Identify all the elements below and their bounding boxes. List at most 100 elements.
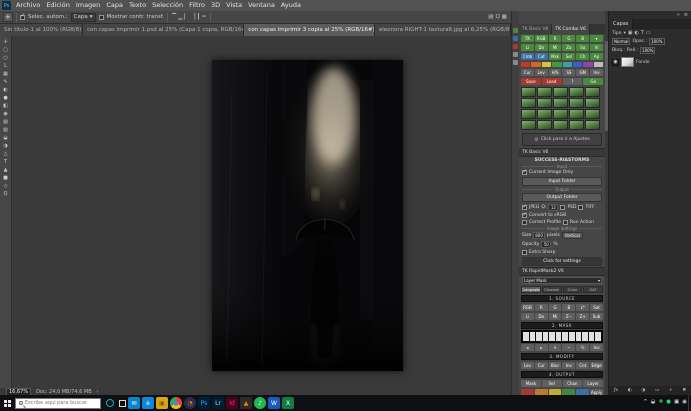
workspace-icon[interactable]: ▦: [501, 14, 508, 20]
mask-tool-button[interactable]: ▸: [535, 344, 548, 351]
tk-action-button[interactable]: B: [576, 35, 589, 42]
docked-panel-icon[interactable]: [513, 44, 518, 49]
taskbar-search[interactable]: [15, 398, 101, 409]
preview-thumbnail[interactable]: [585, 109, 600, 119]
tk-action-button[interactable]: Save: [521, 78, 541, 85]
preview-thumbnail[interactable]: [521, 109, 536, 119]
mask-tool-button[interactable]: Inv: [590, 344, 603, 351]
rapidmask-tab[interactable]: Composite: [521, 286, 541, 293]
docked-panel-icon[interactable]: [513, 28, 518, 33]
color-swatch[interactable]: [521, 62, 530, 67]
tk-action-button[interactable]: Sel: [562, 53, 575, 60]
tk-action-button[interactable]: SS: [562, 69, 575, 76]
input-folder-button[interactable]: Input Folder: [522, 177, 602, 186]
run-action-checkbox[interactable]: [563, 220, 568, 225]
tool-icon[interactable]: ◉: [1, 110, 11, 118]
rapidmask-tab[interactable]: Color: [563, 286, 583, 293]
current-image-only-checkbox[interactable]: [522, 170, 527, 175]
source-button[interactable]: G: [549, 304, 562, 311]
preview-thumbnail[interactable]: [553, 120, 568, 130]
fill-field[interactable]: 100%: [640, 47, 655, 54]
tool-icon[interactable]: Q: [1, 190, 11, 198]
preview-thumbnail[interactable]: [553, 98, 568, 108]
tool-icon[interactable]: ◧: [1, 102, 11, 110]
collapse-panel-icon[interactable]: «: [677, 12, 680, 18]
auto-select-checkbox[interactable]: [20, 15, 25, 20]
quality-field[interactable]: 12: [548, 204, 558, 211]
panel-tab[interactable]: TK Combo V6: [552, 24, 589, 34]
spectrum-bar[interactable]: [562, 332, 568, 341]
taskbar-app-icon[interactable]: ●: [170, 397, 182, 409]
size-field[interactable]: 800: [533, 232, 545, 239]
tray-icon[interactable]: ✚: [659, 400, 664, 406]
output-button[interactable]: Layer: [583, 380, 603, 387]
menu-item[interactable]: Capa: [103, 0, 126, 11]
opacity-field[interactable]: 50: [541, 241, 551, 248]
source-button[interactable]: Sat: [590, 304, 603, 311]
menu-item[interactable]: Filtro: [186, 0, 208, 11]
vertical-button[interactable]: Vertical: [562, 232, 583, 239]
color-swatch[interactable]: [573, 62, 582, 67]
tool-icon[interactable]: ▨: [1, 118, 11, 126]
document-tab[interactable]: Sin título-1 al 100% (RGB/8) ×: [0, 24, 83, 36]
convert-srgb-checkbox[interactable]: [522, 213, 527, 218]
source-button[interactable]: Z−: [562, 313, 575, 320]
mask-spectrum[interactable]: [521, 330, 603, 343]
preview-thumbnail[interactable]: [569, 87, 584, 97]
menu-item[interactable]: Selección: [149, 0, 186, 11]
tk-action-button[interactable]: Vi: [590, 44, 603, 51]
preview-thumbnail[interactable]: [585, 120, 600, 130]
tool-icon[interactable]: ✛: [1, 38, 11, 46]
correct-profile-checkbox[interactable]: [522, 220, 527, 225]
mask-tool-button[interactable]: +: [549, 344, 562, 351]
tk-basic-header[interactable]: TK Basic V6: [519, 148, 605, 157]
opacity-field[interactable]: 100%: [649, 38, 664, 45]
preview-thumbnail[interactable]: [585, 87, 600, 97]
panel-menu-icon[interactable]: ≡: [684, 12, 688, 18]
color-swatch[interactable]: [594, 62, 603, 67]
spectrum-bar[interactable]: [595, 332, 601, 341]
source-button[interactable]: Da: [535, 313, 548, 320]
jpeg-checkbox[interactable]: [522, 205, 527, 210]
taskbar-app-icon[interactable]: W: [268, 397, 280, 409]
tool-icon[interactable]: ▲: [1, 166, 11, 174]
tk-rapidmask-header[interactable]: TK RapidMask2 V6: [519, 267, 605, 276]
auto-select-dropdown[interactable]: Capa▾: [71, 13, 96, 22]
tool-icon[interactable]: L: [1, 62, 11, 70]
menu-item[interactable]: Vista: [223, 0, 245, 11]
output-button[interactable]: Mask: [521, 380, 541, 387]
filter-shape-icon[interactable]: ▭: [646, 30, 651, 36]
tiff-checkbox[interactable]: [578, 205, 583, 210]
tk-action-button[interactable]: H/S: [549, 69, 562, 76]
taskbar-app-icon[interactable]: ✉: [128, 397, 140, 409]
source-button[interactable]: B: [562, 304, 575, 311]
layers-footer-icon[interactable]: ◐: [628, 388, 632, 393]
tool-icon[interactable]: △: [1, 150, 11, 158]
output-button[interactable]: Sel: [542, 380, 562, 387]
preview-thumbnail[interactable]: [521, 98, 536, 108]
tool-icon[interactable]: ▢: [1, 46, 11, 54]
source-button[interactable]: Z+: [576, 313, 589, 320]
layers-footer-icon[interactable]: ▭: [655, 388, 659, 393]
task-view-icon[interactable]: [119, 400, 126, 407]
preview-thumbnail[interactable]: [553, 87, 568, 97]
preview-thumbnail[interactable]: [553, 109, 568, 119]
tray-icon[interactable]: ^: [643, 400, 648, 406]
rapidmask-tab[interactable]: Channel: [542, 286, 562, 293]
tk-action-button[interactable]: Li: [521, 44, 534, 51]
source-button[interactable]: Sub: [590, 313, 603, 320]
preview-thumbnail[interactable]: [537, 120, 552, 130]
preview-thumbnail[interactable]: [569, 109, 584, 119]
tk-action-button[interactable]: Msk: [549, 53, 562, 60]
tk-action-button[interactable]: R: [549, 35, 562, 42]
layers-footer-icon[interactable]: +: [669, 388, 673, 393]
spectrum-bar[interactable]: [556, 332, 562, 341]
tool-icon[interactable]: ■: [1, 174, 11, 182]
layer-name[interactable]: Fondo: [636, 60, 650, 65]
preview-thumbnail[interactable]: [537, 87, 552, 97]
menu-item[interactable]: Edición: [43, 0, 73, 11]
tk-action-button[interactable]: Cur: [521, 69, 534, 76]
modify-button[interactable]: Lev: [521, 362, 534, 369]
canvas-area[interactable]: [12, 36, 511, 388]
spectrum-bar[interactable]: [543, 332, 549, 341]
